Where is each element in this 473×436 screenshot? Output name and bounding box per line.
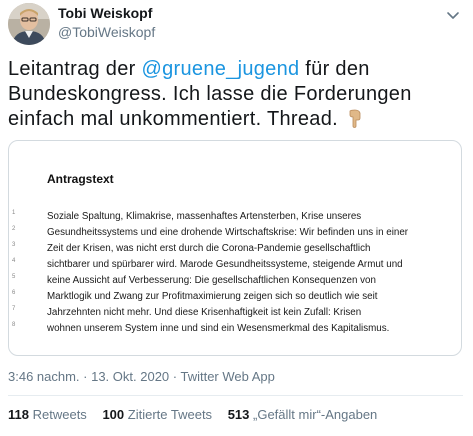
- divider: [8, 395, 463, 396]
- line-text: Jahrzehnten nicht mehr. Und diese Krisen…: [47, 307, 362, 318]
- document-line: 3 Zeit der Krisen, was nicht erst durch d…: [9, 241, 461, 257]
- document-image[interactable]: Antragstext 1 Soziale Spaltung, Klimakris…: [8, 140, 462, 356]
- chevron-down-icon[interactable]: [444, 6, 462, 24]
- line-number: 7: [12, 306, 16, 312]
- line-text: Marktlogik und Zwang zur Profitmaximieru…: [47, 291, 378, 302]
- mention-link[interactable]: @gruene_jugend: [141, 58, 299, 80]
- user-name[interactable]: Tobi Weiskopf: [58, 5, 152, 21]
- line-number: 6: [12, 290, 16, 296]
- document-line: 1 Soziale Spaltung, Klimakrise, massenhaf…: [9, 209, 461, 225]
- document-title: Antragstext: [47, 172, 114, 186]
- retweets-label: Retweets: [32, 407, 87, 422]
- line-number: 4: [12, 258, 16, 264]
- finger-down-emoji-icon: [344, 108, 364, 128]
- likes-label: „Gefällt mir“-Angaben: [253, 407, 378, 422]
- document-lines: 1 Soziale Spaltung, Klimakrise, massenhaf…: [9, 209, 461, 337]
- quotes-count: 100: [102, 407, 125, 422]
- avatar[interactable]: [8, 3, 50, 45]
- line-number: 1: [12, 210, 16, 216]
- document-line: 5 keine Aussicht auf Verbesserung: Die ge…: [9, 273, 461, 289]
- line-number: 8: [12, 322, 16, 328]
- tweet-text-part: Leitantrag der: [8, 58, 142, 80]
- document-line: 6 Marktlogik und Zwang zur Profitmaximier…: [9, 289, 461, 305]
- line-number: 5: [12, 274, 16, 280]
- likes-stat[interactable]: 513 „Gefällt mir“-Angaben: [228, 407, 378, 422]
- line-text: keine Aussicht auf Verbesserung: Die ges…: [47, 275, 376, 286]
- tweet-text: Leitantrag der @gruene_jugend für den Bu…: [8, 57, 470, 132]
- retweets-count: 118: [8, 407, 29, 422]
- document-line: 8 wohnen unserem System inne und sind ein…: [9, 321, 461, 337]
- line-text: wohnen unserem System inne und sind ein …: [47, 323, 390, 334]
- line-text: sichtbarer und spürbarer wird. Marode Ge…: [47, 259, 403, 270]
- likes-count: 513: [227, 407, 250, 422]
- tweet-timestamp[interactable]: 3:46 nachm. · 13. Okt. 2020 · Twitter We…: [8, 369, 275, 384]
- retweets-stat[interactable]: 118 Retweets: [8, 407, 87, 422]
- line-text: Soziale Spaltung, Klimakrise, massenhaft…: [47, 211, 362, 222]
- document-line: 4 sichtbarer und spürbarer wird. Marode G…: [9, 257, 461, 273]
- quotes-stat[interactable]: 100 Zitierte Tweets: [102, 407, 212, 422]
- document-line: 2 Gesundheitssystems und eine drohende Wi…: [9, 225, 461, 241]
- line-number: 2: [12, 226, 16, 232]
- line-text: Gesundheitssystems und eine drohende Wir…: [47, 227, 409, 238]
- line-text: Zeit der Krisen, was nicht erst durch di…: [47, 243, 371, 254]
- line-number: 3: [12, 242, 16, 248]
- quotes-label: Zitierte Tweets: [127, 407, 213, 422]
- tweet: Tobi Weiskopf @TobiWeiskopf Leitantrag d…: [0, 0, 473, 436]
- tweet-stats: 118 Retweets 100 Zitierte Tweets 513 „Ge…: [8, 407, 389, 422]
- avatar-photo: [8, 3, 50, 45]
- document-line: 7 Jahrzehnten nicht mehr. Und diese Krise…: [9, 305, 461, 321]
- user-handle[interactable]: @TobiWeiskopf: [58, 24, 155, 40]
